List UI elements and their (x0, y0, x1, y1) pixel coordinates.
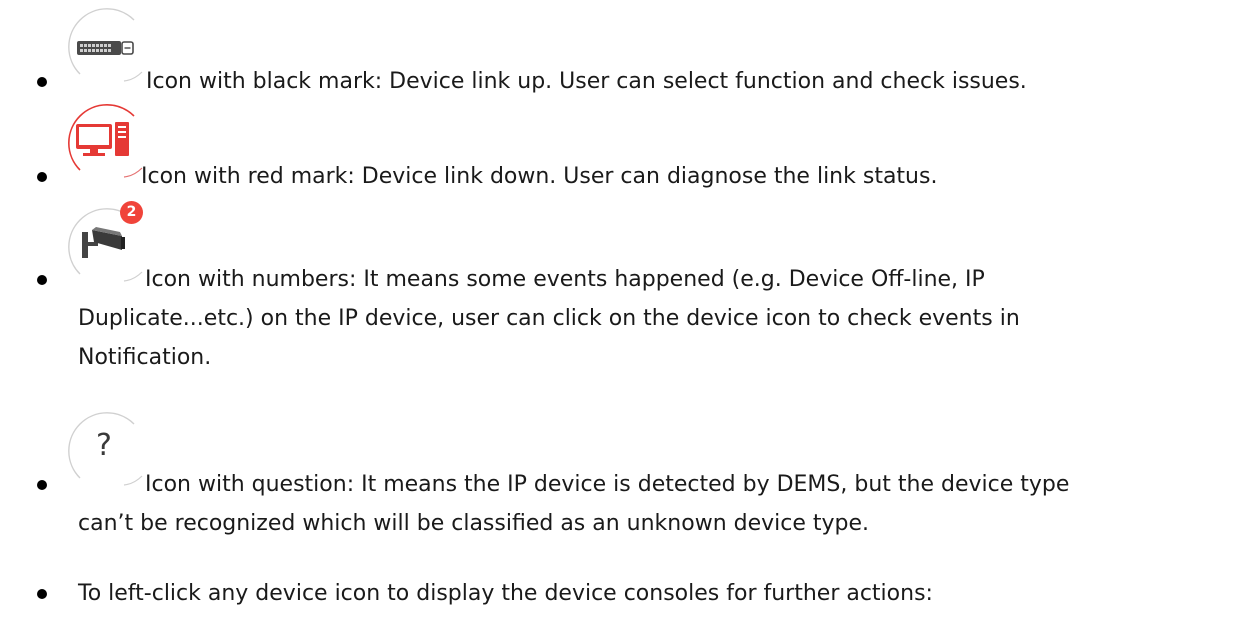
switch-device-icon[interactable] (68, 8, 146, 86)
item-text-continued: can’t be recognized which will be classi… (78, 511, 870, 536)
document-page: Icon with black mark: Device link up. Us… (0, 0, 1235, 618)
bullet-icon (37, 172, 47, 182)
notification-badge: 2 (120, 201, 143, 224)
item-text: To left-click any device icon to display… (78, 581, 933, 606)
bullet-icon (37, 77, 47, 87)
bullet-icon (37, 589, 47, 599)
question-mark-icon: ? (96, 428, 112, 463)
item-text-continued: Duplicate...etc.) on the IP device, user… (78, 306, 1020, 331)
item-text: Icon with red mark: Device link down. Us… (141, 164, 938, 189)
item-text: Icon with question: It means the IP devi… (145, 472, 1070, 497)
bullet-icon (37, 275, 47, 285)
pc-link-down-icon[interactable] (68, 104, 146, 182)
item-text: Icon with numbers: It means some events … (145, 267, 985, 292)
bullet-icon (37, 480, 47, 490)
item-text-continued: Notification. (78, 345, 212, 370)
item-text: Icon with black mark: Device link up. Us… (146, 69, 1027, 94)
